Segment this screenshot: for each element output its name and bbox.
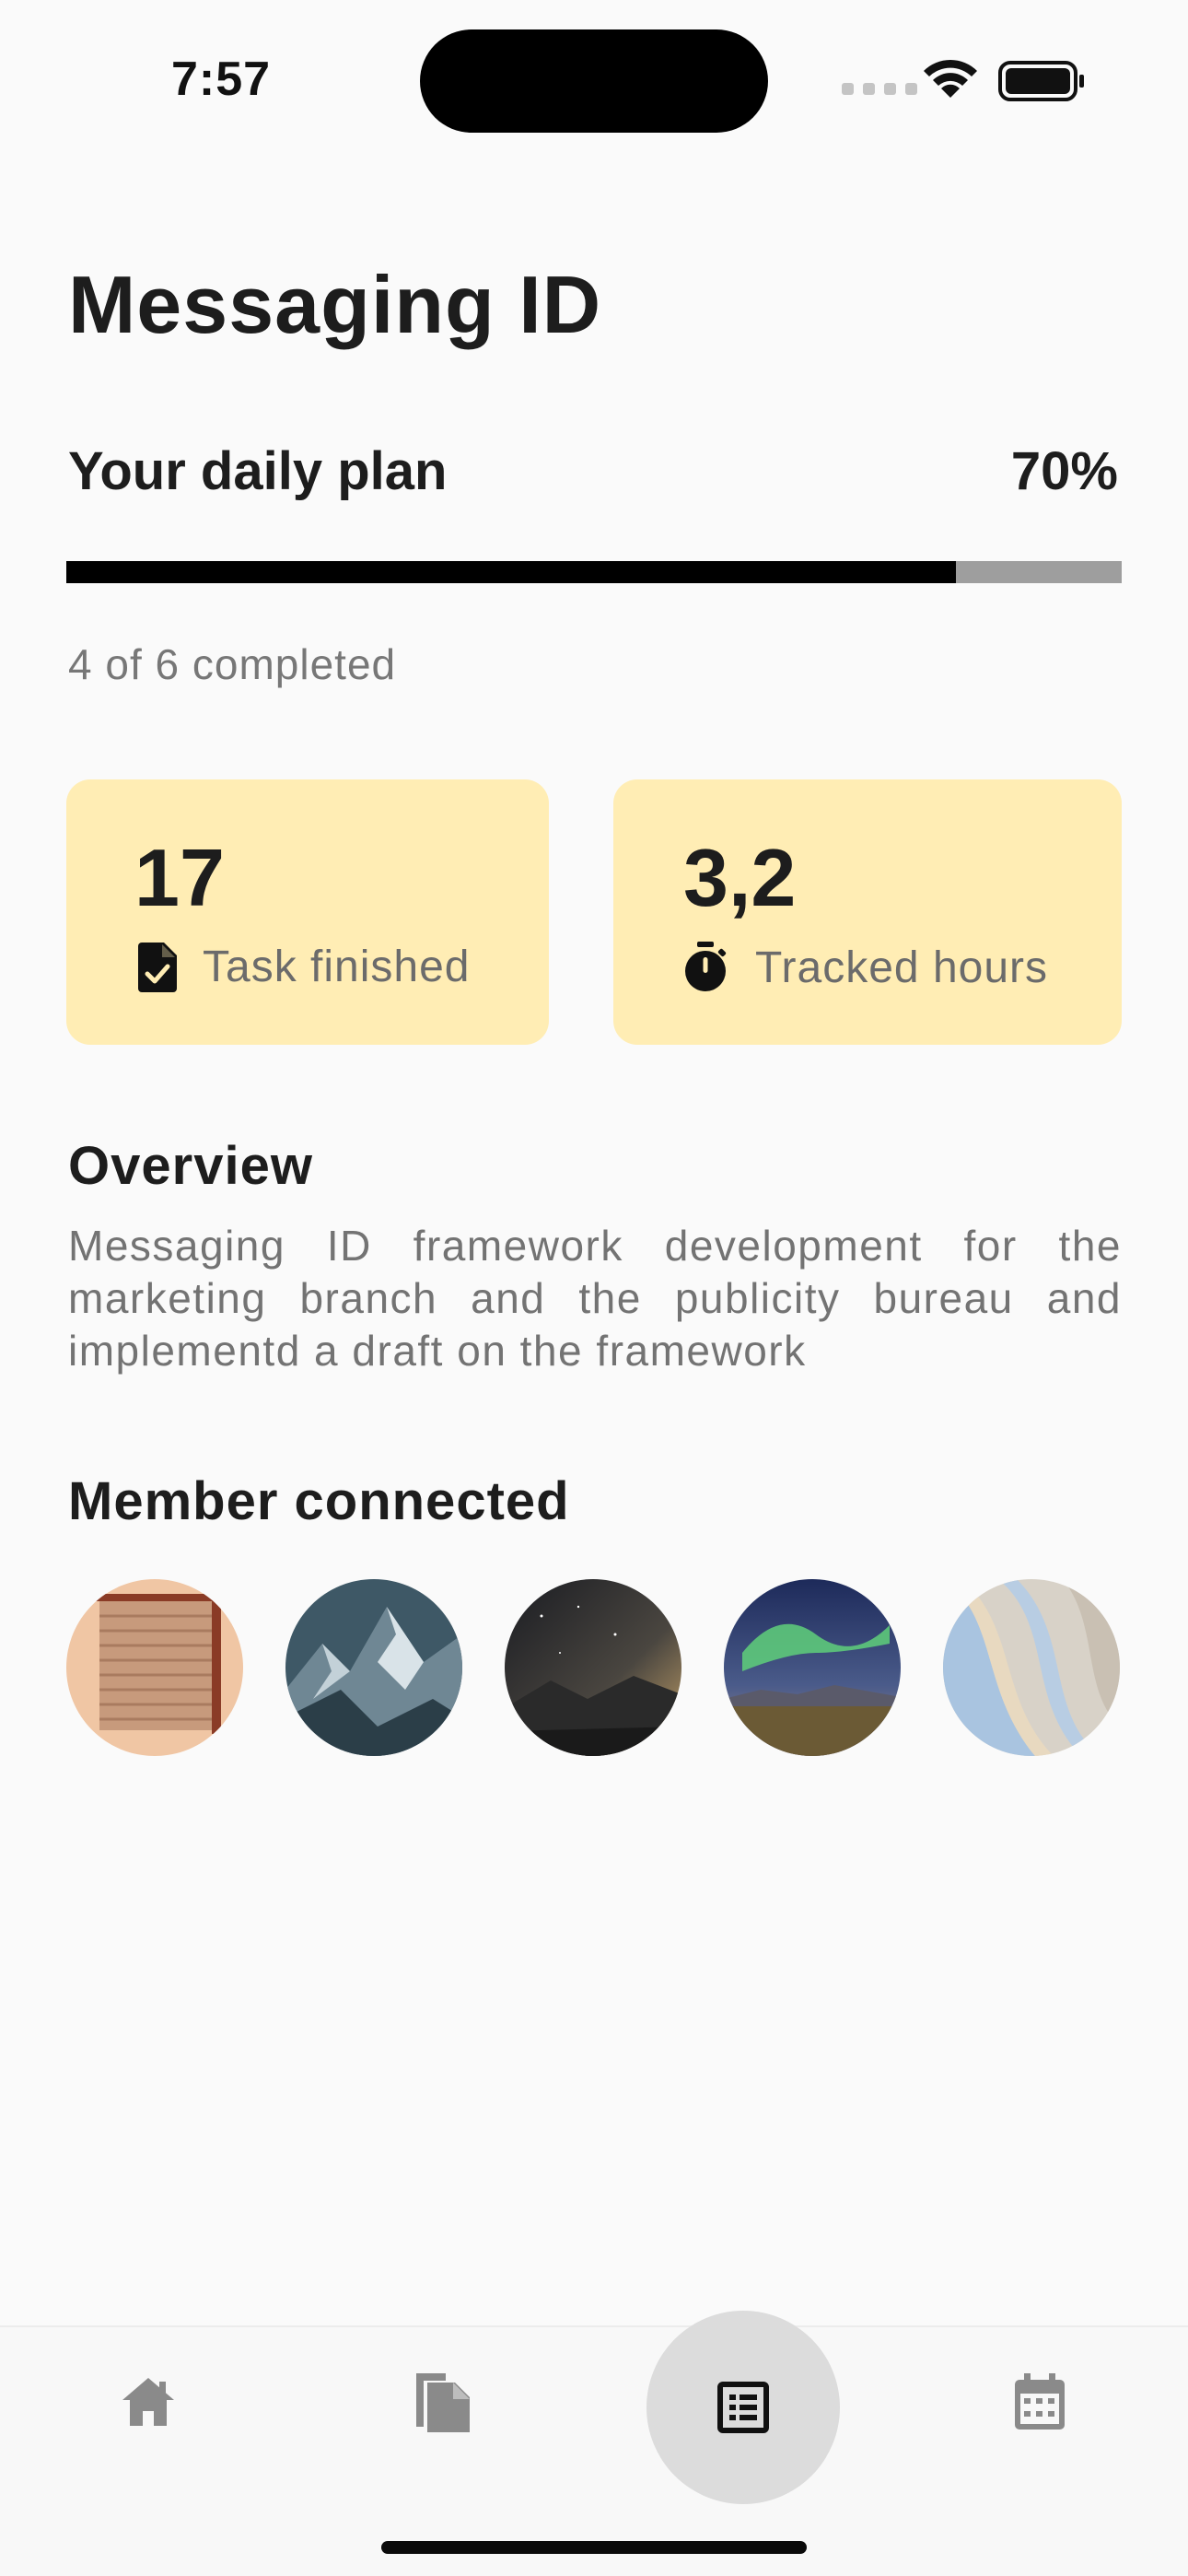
task-finished-card: 17 Task finished [66, 779, 549, 1045]
member-avatar[interactable] [505, 1579, 681, 1756]
member-avatar-list [66, 1579, 1120, 1756]
overview-heading: Overview [68, 1136, 313, 1196]
daily-plan-label: Your daily plan [68, 441, 448, 501]
members-heading: Member connected [68, 1471, 570, 1531]
member-avatar[interactable] [285, 1579, 462, 1756]
member-avatar[interactable] [66, 1579, 243, 1756]
wifi-icon [924, 59, 977, 98]
battery-icon [998, 61, 1084, 101]
stopwatch-icon [685, 942, 727, 991]
progress-fill [66, 561, 957, 583]
completed-count: 4 of 6 completed [68, 640, 397, 688]
tracked-hours-value: 3,2 [683, 832, 797, 923]
tracked-hours-label: Tracked hours [755, 943, 1049, 992]
task-done-icon [138, 942, 177, 992]
nav-home[interactable] [98, 2351, 199, 2453]
screen: 7:57 Messaging ID Your daily plan 70% 4 … [0, 0, 1188, 2576]
calendar-icon [1015, 2373, 1065, 2430]
cellular-signal-icon [842, 83, 917, 95]
list-icon [717, 2382, 769, 2433]
nav-list[interactable] [693, 2357, 794, 2458]
tracked-hours-card: 3,2 Tracked hours [613, 779, 1122, 1045]
daily-plan-progress-bar [66, 561, 1122, 583]
documents-icon [416, 2373, 470, 2432]
member-avatar[interactable] [943, 1579, 1120, 1756]
overview-text: Messaging ID framework development for t… [68, 1222, 1122, 1375]
dynamic-island [420, 29, 768, 133]
nav-documents[interactable] [392, 2351, 494, 2453]
daily-plan-percent: 70% [1010, 441, 1118, 501]
task-finished-label: Task finished [203, 943, 471, 991]
home-indicator[interactable] [381, 2541, 807, 2554]
status-time: 7:57 [171, 53, 272, 106]
nav-calendar[interactable] [989, 2351, 1090, 2453]
task-finished-value: 17 [134, 832, 225, 923]
member-avatar[interactable] [724, 1579, 901, 1756]
page-title: Messaging ID [68, 259, 602, 350]
home-icon [122, 2378, 174, 2426]
